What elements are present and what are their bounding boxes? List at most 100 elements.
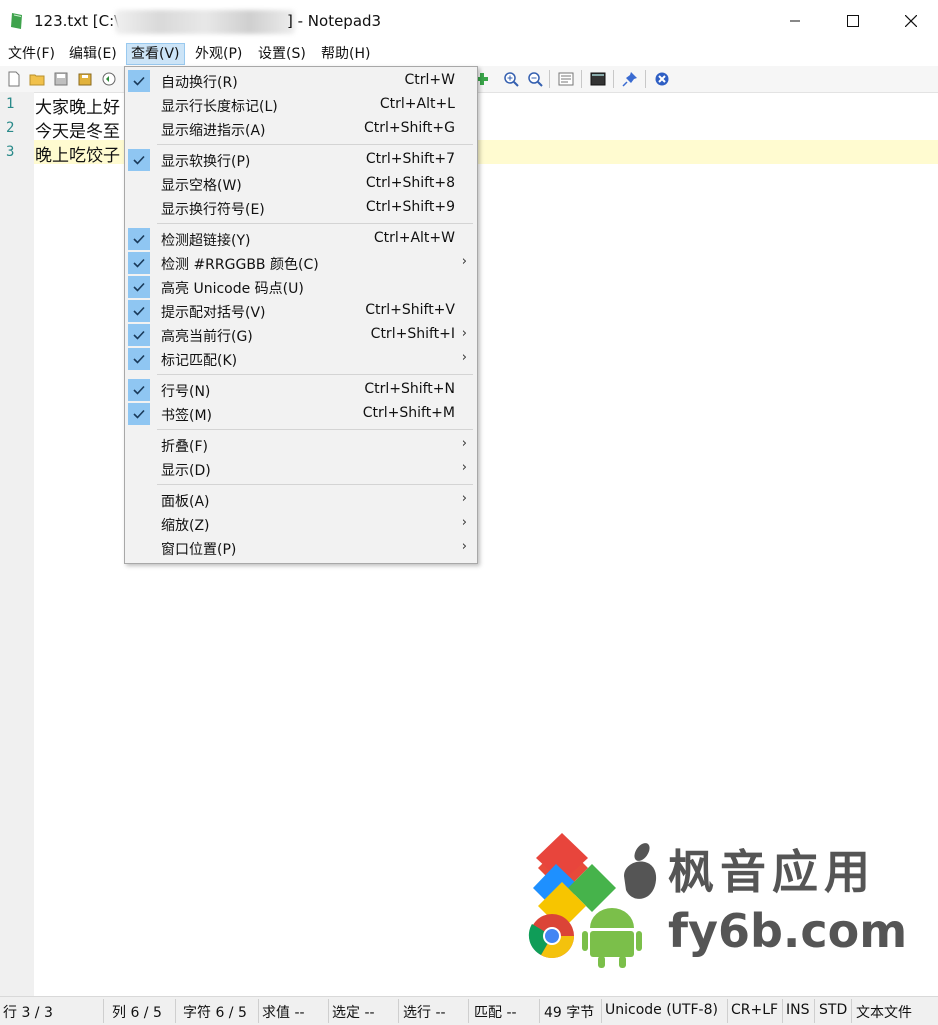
open-folder-icon[interactable]	[29, 71, 45, 87]
view-menu-item[interactable]: 折叠(F) ›	[125, 433, 477, 457]
menu-item-shortcut: Ctrl+Shift+8	[365, 175, 455, 191]
status-std[interactable]: STD	[819, 1002, 847, 1018]
status-divider	[851, 999, 852, 1023]
checkmark-icon	[128, 403, 150, 425]
menu-item-label: 折叠(F)	[161, 439, 208, 455]
status-encoding[interactable]: Unicode (UTF-8)	[605, 1002, 718, 1018]
view-menu-item[interactable]: 标记匹配(K) ›	[125, 347, 477, 371]
watermark-cn-text: 枫音应用	[668, 845, 876, 899]
title-bar[interactable]: 123.txt [C:\ ] - Notepad3	[0, 0, 938, 42]
status-eval[interactable]: 求值 --	[262, 1002, 305, 1022]
view-menu-item[interactable]: 显示换行符号(E) Ctrl+Shift+9	[125, 196, 477, 220]
checkmark-icon	[128, 276, 150, 298]
revert-icon[interactable]	[101, 71, 117, 87]
editor-line[interactable]: 晚上吃饺子	[35, 141, 120, 166]
save-icon[interactable]	[53, 71, 69, 87]
view-menu-item[interactable]: 显示缩进指示(A) Ctrl+Shift+G	[125, 117, 477, 141]
menu-item-label: 显示软换行(P)	[161, 154, 251, 170]
status-selected-lines[interactable]: 选行 --	[403, 1002, 446, 1022]
pin-icon[interactable]	[622, 71, 638, 87]
exit-icon[interactable]	[654, 71, 670, 87]
chevron-right-icon: ›	[461, 350, 467, 365]
status-divider	[103, 999, 104, 1023]
menu-appearance[interactable]: 外观(P)	[191, 44, 246, 64]
menu-separator	[157, 429, 473, 430]
menu-view[interactable]: 查看(V)	[126, 43, 185, 65]
menu-item-label: 检测 #RRGGBB 颜色(C)	[161, 257, 319, 273]
status-char[interactable]: 字符 6 / 5	[183, 1002, 247, 1022]
menu-item-shortcut: Ctrl+W	[404, 72, 455, 88]
editor-line[interactable]: 大家晚上好	[35, 93, 120, 118]
menu-item-shortcut: Ctrl+Shift+9	[365, 199, 455, 215]
terminal-icon[interactable]	[590, 71, 606, 87]
view-menu-item[interactable]: 自动换行(R) Ctrl+W	[125, 69, 477, 93]
view-menu-item[interactable]: 显示(D) ›	[125, 457, 477, 481]
menu-file[interactable]: 文件(F)	[4, 44, 59, 64]
menu-settings[interactable]: 设置(S)	[254, 44, 310, 64]
menu-item-label: 检测超链接(Y)	[161, 233, 251, 249]
menu-item-label: 显示缩进指示(A)	[161, 123, 266, 139]
menu-item-label: 高亮 Unicode 码点(U)	[161, 281, 304, 297]
view-menu-item[interactable]: 高亮当前行(G) Ctrl+Shift+I ›	[125, 323, 477, 347]
status-bytes[interactable]: 49 字节	[544, 1002, 594, 1022]
minimize-button[interactable]	[766, 0, 824, 42]
view-menu-item[interactable]: 检测超链接(Y) Ctrl+Alt+W	[125, 227, 477, 251]
toolbar-separator	[581, 70, 582, 88]
checkmark-icon	[128, 252, 150, 274]
status-bar: 行 3 / 3 列 6 / 5 字符 6 / 5 求值 -- 选定 -- 选行 …	[0, 996, 938, 1025]
view-menu-item[interactable]: 检测 #RRGGBB 颜色(C) ›	[125, 251, 477, 275]
menu-help[interactable]: 帮助(H)	[317, 44, 374, 64]
menu-item-label: 缩放(Z)	[161, 518, 210, 534]
view-menu-item[interactable]: 缩放(Z) ›	[125, 512, 477, 536]
status-divider	[328, 999, 329, 1023]
status-divider	[727, 999, 728, 1023]
new-file-icon[interactable]	[6, 71, 22, 87]
word-wrap-icon[interactable]	[558, 71, 574, 87]
view-menu-item[interactable]: 显示空格(W) Ctrl+Shift+8	[125, 172, 477, 196]
line-number: 3	[6, 144, 15, 160]
chevron-right-icon: ›	[461, 460, 467, 475]
view-menu-item[interactable]: 高亮 Unicode 码点(U)	[125, 275, 477, 299]
chevron-right-icon: ›	[461, 491, 467, 506]
view-menu-item[interactable]: 显示行长度标记(L) Ctrl+Alt+L	[125, 93, 477, 117]
close-button[interactable]	[882, 0, 938, 42]
menu-item-label: 提示配对括号(V)	[161, 305, 266, 321]
status-selection[interactable]: 选定 --	[332, 1002, 375, 1022]
chevron-right-icon: ›	[461, 515, 467, 530]
menu-item-label: 窗口位置(P)	[161, 542, 237, 558]
zoom-in-icon[interactable]	[503, 71, 519, 87]
line-number: 1	[6, 96, 15, 112]
editor-line[interactable]: 今天是冬至	[35, 117, 120, 142]
android-icon	[582, 908, 642, 968]
status-column[interactable]: 列 6 / 5	[112, 1002, 162, 1022]
menu-item-shortcut: Ctrl+Shift+G	[363, 120, 455, 136]
menu-item-label: 书签(M)	[161, 408, 213, 424]
menu-item-shortcut: Ctrl+Alt+L	[379, 96, 455, 112]
maximize-button[interactable]	[824, 0, 882, 42]
view-menu-item[interactable]: 书签(M) Ctrl+Shift+M	[125, 402, 477, 426]
status-eol[interactable]: CR+LF	[731, 1002, 778, 1018]
view-menu-item[interactable]: 显示软换行(P) Ctrl+Shift+7	[125, 148, 477, 172]
view-menu-item[interactable]: 面板(A) ›	[125, 488, 477, 512]
view-menu-item[interactable]: 提示配对括号(V) Ctrl+Shift+V	[125, 299, 477, 323]
menu-edit[interactable]: 编辑(E)	[65, 44, 121, 64]
line-number: 2	[6, 120, 15, 136]
menu-item-shortcut: Ctrl+Shift+N	[364, 381, 455, 397]
view-menu-item[interactable]: 行号(N) Ctrl+Shift+N	[125, 378, 477, 402]
close-icon	[905, 15, 917, 27]
status-line[interactable]: 行 3 / 3	[3, 1002, 53, 1022]
menu-separator	[157, 144, 473, 145]
chevron-right-icon: ›	[461, 539, 467, 554]
view-menu-item[interactable]: 窗口位置(P) ›	[125, 536, 477, 560]
menu-item-shortcut: Ctrl+Alt+W	[373, 230, 455, 246]
status-file-type[interactable]: 文本文件	[856, 1002, 912, 1022]
checkmark-icon	[128, 300, 150, 322]
window-title-suffix: ] - Notepad3	[287, 12, 382, 30]
zoom-out-icon[interactable]	[527, 71, 543, 87]
notepad3-app-icon	[11, 13, 22, 29]
status-divider	[175, 999, 176, 1023]
status-match[interactable]: 匹配 --	[474, 1002, 517, 1022]
save-as-icon[interactable]	[77, 71, 93, 87]
menu-separator	[157, 223, 473, 224]
status-ins[interactable]: INS	[786, 1002, 810, 1018]
